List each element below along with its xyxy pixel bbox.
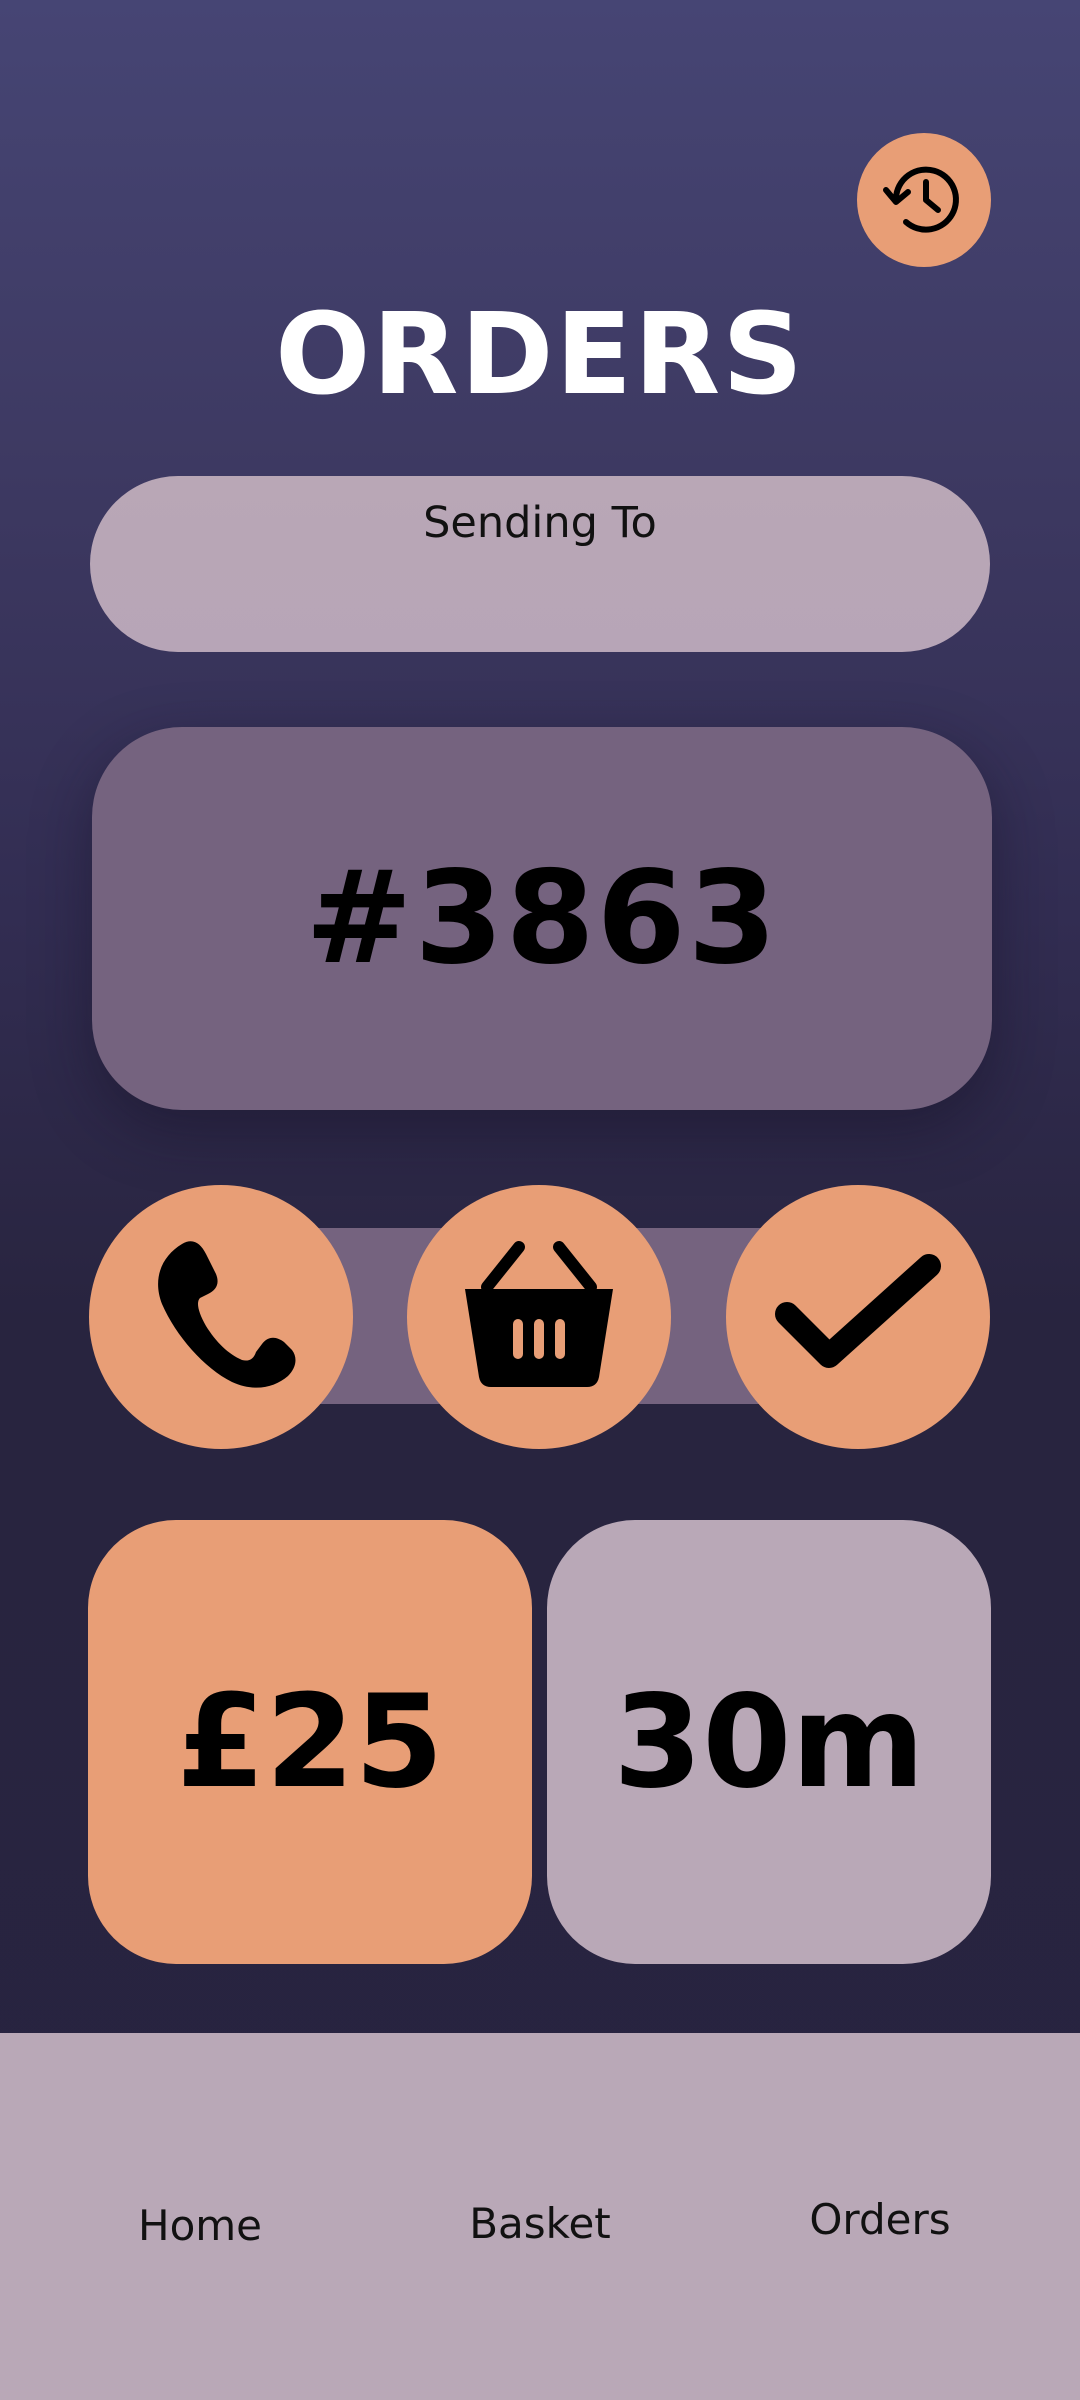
history-button[interactable]	[857, 133, 991, 267]
page-title: ORDERS	[275, 290, 805, 420]
order-number-card: #3863	[92, 727, 992, 1110]
nav-item-home[interactable]: Home	[70, 2201, 330, 2250]
basket-icon	[465, 1241, 613, 1387]
sending-to-label: Sending To	[423, 498, 657, 548]
call-button[interactable]	[89, 1185, 353, 1449]
check-icon	[775, 1254, 941, 1368]
confirm-button[interactable]	[726, 1185, 990, 1449]
nav-item-basket[interactable]: Basket	[410, 2199, 670, 2248]
bottom-nav: Home Basket Orders	[0, 2033, 1080, 2400]
time-value: 30m	[613, 1667, 925, 1817]
phone-icon	[158, 1241, 296, 1388]
nav-item-orders[interactable]: Orders	[750, 2195, 1010, 2244]
time-tile: 30m	[547, 1520, 991, 1964]
price-tile: £25	[88, 1520, 532, 1964]
sending-to-field[interactable]: Sending To	[90, 476, 990, 652]
order-number: #3863	[305, 844, 779, 993]
price-value: £25	[176, 1667, 444, 1817]
basket-button[interactable]	[407, 1185, 671, 1449]
history-icon	[883, 166, 959, 233]
